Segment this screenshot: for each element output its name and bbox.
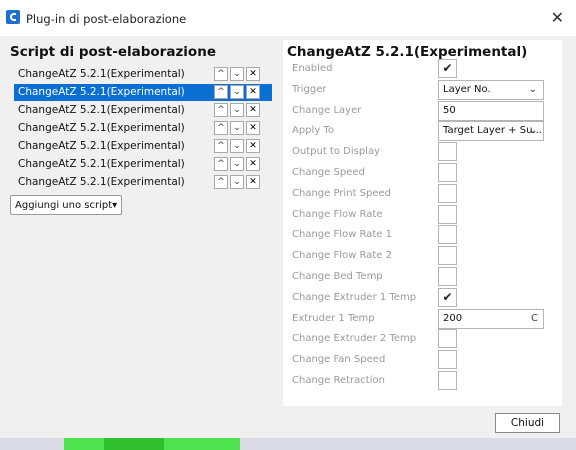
script-list-item[interactable]: ChangeAtZ 5.2.1(Experimental) ^ ⌄ ✕ (14, 84, 272, 101)
move-up-icon[interactable]: ^ (214, 103, 228, 117)
script-list-item[interactable]: ChangeAtZ 5.2.1(Experimental) ^ ⌄ ✕ (14, 66, 272, 83)
setting-value: Target Layer + Su... (443, 125, 542, 137)
setting-checkbox[interactable] (438, 246, 457, 266)
script-name: ChangeAtZ 5.2.1(Experimental) (18, 104, 185, 116)
script-list-item[interactable]: ChangeAtZ 5.2.1(Experimental) ^ ⌄ ✕ (14, 156, 272, 173)
script-name: ChangeAtZ 5.2.1(Experimental) (18, 158, 185, 170)
setting-label: Change Flow Rate 2 (292, 250, 392, 262)
script-list-item[interactable]: ChangeAtZ 5.2.1(Experimental) ^ ⌄ ✕ (14, 102, 272, 119)
setting-dropdown[interactable]: Layer No. ⌄ (438, 79, 544, 100)
setting-label: Extruder 1 Temp (292, 312, 375, 324)
move-up-icon[interactable]: ^ (214, 85, 228, 99)
script-list-item[interactable]: ChangeAtZ 5.2.1(Experimental) ^ ⌄ ✕ (14, 138, 272, 155)
setting-label: Trigger (292, 83, 327, 95)
setting-label: Change Retraction (292, 375, 385, 386)
setting-label: Change Layer (292, 104, 362, 116)
remove-script-icon[interactable]: ✕ (246, 67, 260, 81)
title-bar: Plug-in di post-elaborazione ✕ (0, 0, 576, 36)
remove-script-icon[interactable]: ✕ (246, 103, 260, 117)
setting-label: Change Extruder 1 Temp (292, 291, 417, 303)
setting-label: Change Flow Rate (292, 208, 383, 220)
move-down-icon[interactable]: ⌄ (230, 67, 244, 81)
setting-checkbox[interactable] (438, 225, 457, 245)
setting-label: Output to Display (292, 146, 380, 158)
move-down-icon[interactable]: ⌄ (230, 139, 244, 153)
remove-script-icon[interactable]: ✕ (246, 85, 260, 99)
viewport-background (0, 438, 576, 450)
setting-label: Change Bed Temp (292, 271, 383, 282)
setting-label: Enabled (292, 63, 333, 74)
setting-checkbox[interactable]: ✔ (438, 59, 457, 78)
setting-value: Layer No. (443, 83, 491, 95)
setting-checkbox[interactable] (438, 183, 457, 203)
close-button[interactable]: Chiudi (495, 413, 560, 433)
script-name: ChangeAtZ 5.2.1(Experimental) (18, 140, 185, 152)
setting-checkbox[interactable] (438, 142, 457, 162)
script-list-item[interactable]: ChangeAtZ 5.2.1(Experimental) ^ ⌄ ✕ (14, 174, 272, 191)
script-name: ChangeAtZ 5.2.1(Experimental) (18, 86, 185, 98)
settings-panel: ChangeAtZ 5.2.1(Experimental) Enabled ✔ Tr… (283, 40, 562, 406)
app-logo-icon (6, 10, 20, 24)
unit-label: C (531, 312, 538, 324)
setting-checkbox[interactable] (438, 329, 457, 349)
move-up-icon[interactable]: ^ (214, 157, 228, 171)
setting-value: 50 (443, 104, 456, 116)
move-down-icon[interactable]: ⌄ (230, 85, 244, 99)
move-down-icon[interactable]: ⌄ (230, 103, 244, 117)
move-up-icon[interactable]: ^ (214, 175, 228, 189)
checkmark-icon: ✔ (442, 61, 453, 75)
setting-checkbox[interactable] (438, 267, 457, 286)
setting-checkbox[interactable] (438, 163, 457, 182)
setting-label: Apply To (292, 125, 334, 137)
add-script-button[interactable]: Aggiungi uno script▾ (10, 195, 123, 215)
setting-value: 200 (443, 312, 463, 324)
script-name: ChangeAtZ 5.2.1(Experimental) (18, 68, 185, 80)
setting-label: Change Speed (292, 167, 365, 178)
remove-script-icon[interactable]: ✕ (246, 157, 260, 171)
build-plate-model-shade (104, 438, 164, 450)
move-up-icon[interactable]: ^ (214, 139, 228, 153)
setting-input[interactable]: 50 (438, 100, 544, 121)
setting-label: Change Print Speed (292, 187, 391, 199)
scripts-panel: Script di post-elaborazione ChangeAtZ 5.… (8, 40, 276, 410)
settings-heading: ChangeAtZ 5.2.1(Experimental) (287, 44, 528, 60)
scripts-heading: Script di post-elaborazione (10, 44, 216, 60)
chevron-down-icon: ⌄ (528, 83, 537, 95)
chevron-down-icon: ⌄ (528, 125, 537, 137)
script-list-item[interactable]: ChangeAtZ 5.2.1(Experimental) ^ ⌄ ✕ (14, 120, 272, 137)
script-name: ChangeAtZ 5.2.1(Experimental) (18, 176, 185, 188)
setting-label: Change Extruder 2 Temp (292, 333, 417, 345)
script-name: ChangeAtZ 5.2.1(Experimental) (18, 122, 185, 134)
setting-dropdown[interactable]: Target Layer + Su... ⌄ (438, 121, 544, 142)
checkmark-icon: ✔ (442, 289, 453, 304)
setting-label: Change Fan Speed (292, 354, 386, 366)
setting-checkbox[interactable]: ✔ (438, 287, 457, 307)
close-window-icon[interactable]: ✕ (551, 8, 564, 27)
setting-checkbox[interactable] (438, 371, 457, 390)
move-down-icon[interactable]: ⌄ (230, 121, 244, 135)
window-title: Plug-in di post-elaborazione (26, 12, 187, 26)
remove-script-icon[interactable]: ✕ (246, 121, 260, 135)
move-up-icon[interactable]: ^ (214, 121, 228, 135)
move-up-icon[interactable]: ^ (214, 67, 228, 81)
setting-checkbox[interactable] (438, 350, 457, 370)
setting-label: Change Flow Rate 1 (292, 229, 392, 241)
remove-script-icon[interactable]: ✕ (246, 175, 260, 189)
setting-checkbox[interactable] (438, 204, 457, 224)
move-down-icon[interactable]: ⌄ (230, 175, 244, 189)
move-down-icon[interactable]: ⌄ (230, 157, 244, 171)
remove-script-icon[interactable]: ✕ (246, 139, 260, 153)
setting-input[interactable]: 200 C (438, 308, 544, 329)
